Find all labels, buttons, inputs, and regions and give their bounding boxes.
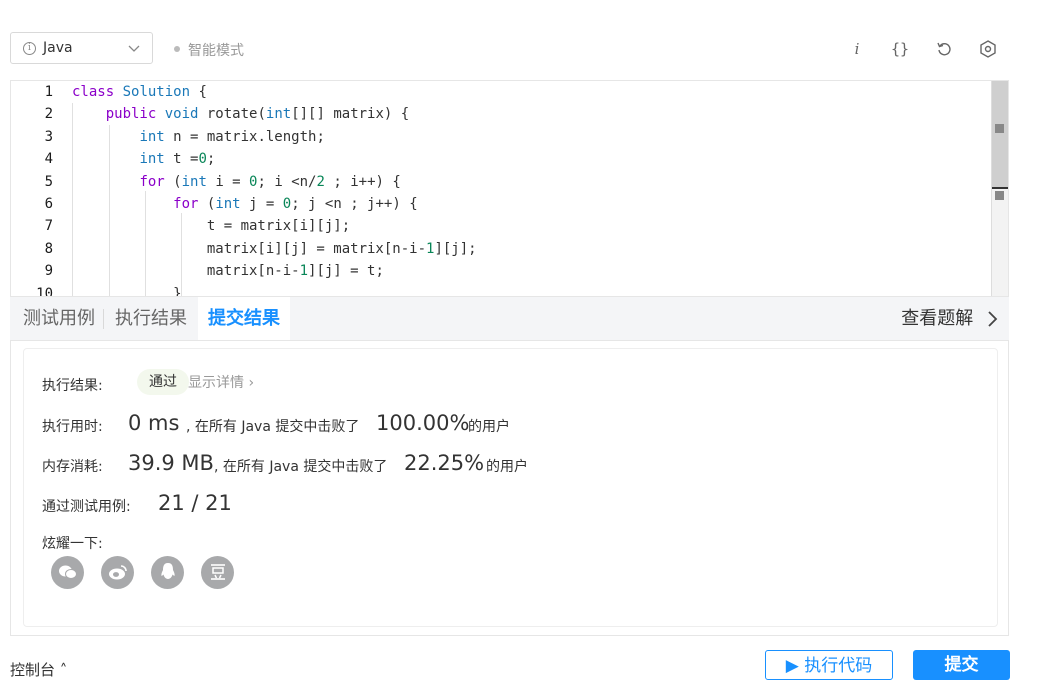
editor-toolbar: i Java 智能模式 i {} [0,0,1045,80]
qq-icon[interactable] [151,556,184,589]
line-number: 5 [44,173,53,190]
scroll-position-line [992,187,1008,189]
code-text: int t =0; [139,151,216,168]
result-tabs: 测试用例 执行结果 提交结果 查看题解 [10,297,1009,341]
code-line[interactable]: 8 matrix[i][j] = matrix[n-i-1][j]; [11,238,991,260]
memory-text: , 在所有 Java 提交中击败了 [214,459,388,475]
scroll-marker [995,191,1004,200]
braces-icon[interactable]: {} [889,38,911,60]
run-code-label: 执行代码 [804,656,873,676]
info-icon[interactable]: i [846,38,868,60]
line-number: 6 [44,196,53,212]
chevron-right-icon [979,308,999,329]
language-value: Java [43,40,73,56]
code-line[interactable]: 5 for (int i = 0; i <n/2 ; i++) { [11,171,991,193]
runtime-label: 执行用时: [42,419,103,435]
scroll-marker [995,124,1004,133]
console-toggle[interactable]: 控制台 ˄ [10,659,67,680]
runtime-text: , 在所有 Java 提交中击败了 [186,419,360,435]
tab-run-result[interactable]: 执行结果 [115,297,187,340]
show-details-label: 显示详情 [188,375,244,391]
code-editor[interactable]: 1 class Solution { 2 public void rotate(in… [10,80,1009,297]
code-text: for (int i = 0; i <n/2 ; i++) { [139,173,401,190]
douban-icon[interactable] [201,556,234,589]
console-label: 控制台 [10,661,56,679]
code-line[interactable]: 7 t = matrix[i][j]; [11,215,991,237]
chevron-down-icon [128,39,140,62]
result-panel: 执行结果: 通过 显示详情 › 执行用时: 0 ms , 在所有 Java 提交… [10,341,1009,636]
smart-mode-toggle[interactable]: 智能模式 [174,40,244,60]
settings-icon[interactable] [977,38,999,60]
runtime-percentile: 100.00% [376,411,470,435]
line-number: 10 [36,285,53,297]
code-text: matrix[n-i-1][j] = t; [72,263,384,280]
testcases-label: 通过测试用例: [42,499,131,515]
view-solutions-label: 查看题解 [901,308,974,329]
reset-icon[interactable] [933,38,955,60]
code-line[interactable]: 10 } [11,283,991,297]
line-number: 7 [44,218,53,235]
code-line[interactable]: 4 int t =0; [11,148,991,170]
code-line[interactable]: 9 matrix[n-i-1][j] = t; [11,260,991,282]
editor-scrollbar[interactable] [991,81,1008,296]
code-text: } [72,285,182,297]
line-number: 3 [44,128,53,145]
runtime-value: 0 ms [128,411,180,435]
weibo-icon[interactable] [101,556,134,589]
tab-divider [103,309,104,329]
code-text: class Solution { [72,84,207,100]
tab-submit-result[interactable]: 提交结果 [198,297,290,340]
code-line[interactable]: 6 for (int j = 0; j <n ; j++) { [11,193,991,215]
memory-label: 内存消耗: [42,459,103,475]
line-number: 4 [44,151,53,168]
wechat-icon[interactable] [51,556,84,589]
memory-suffix: 的用户 [486,459,528,475]
run-code-button[interactable]: ▶ 执行代码 [765,650,893,680]
show-details-link[interactable]: 显示详情 › [188,372,254,392]
chevron-right-small-icon: › [248,375,255,391]
line-number: 1 [44,84,53,100]
info-circle-icon: i [23,42,36,55]
play-icon: ▶ [785,656,805,676]
testcases-value: 21 / 21 [158,491,232,515]
code-text: t = matrix[i][j]; [72,218,351,235]
code-line[interactable]: 1 class Solution { [11,81,991,103]
tab-testcase[interactable]: 测试用例 [23,297,95,340]
code-line[interactable]: 3 int n = matrix.length; [11,126,991,148]
memory-value: 39.9 MB [128,451,214,475]
memory-percentile: 22.25% [404,451,485,475]
language-select[interactable]: i Java [10,32,153,64]
view-solutions-link[interactable]: 查看题解 [901,297,999,341]
bottom-bar: 控制台 ˄ ▶ 执行代码 提交 [0,645,1045,680]
line-number: 8 [44,240,53,257]
code-line[interactable]: 2 public void rotate(int[][] matrix) { [11,103,991,125]
code-text: int n = matrix.length; [139,128,325,145]
mode-label: 智能模式 [188,43,244,59]
code-text: public void rotate(int[][] matrix) { [105,106,410,123]
status-label: 执行结果: [42,378,103,394]
chevron-up-icon: ˄ [59,661,68,679]
runtime-suffix: 的用户 [468,419,510,435]
status-badge: 通过 [137,369,189,395]
share-label: 炫耀一下: [42,536,103,552]
submission-result-card: 执行结果: 通过 显示详情 › 执行用时: 0 ms , 在所有 Java 提交… [23,348,998,627]
mode-dot-icon [174,46,180,52]
scrollbar-thumb[interactable] [992,81,1008,188]
code-text: matrix[i][j] = matrix[n-i-1][j]; [72,240,477,257]
code-text: for (int j = 0; j <n ; j++) { [173,196,418,212]
line-number: 2 [44,106,53,123]
line-number: 9 [44,263,53,280]
submit-button[interactable]: 提交 [913,650,1010,680]
